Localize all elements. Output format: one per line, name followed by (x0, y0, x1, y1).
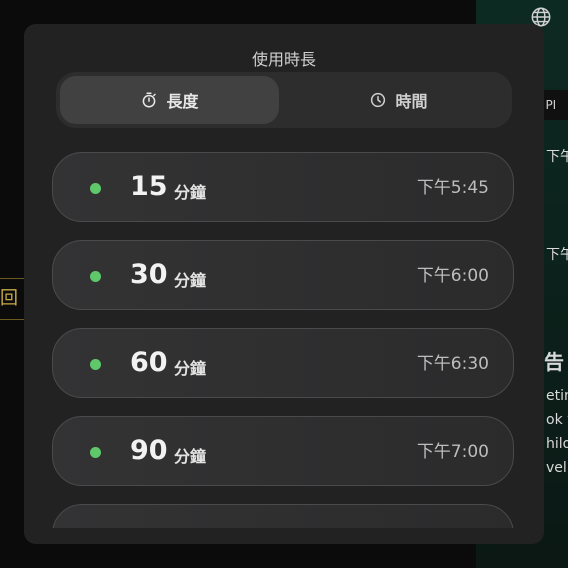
duration-option-15[interactable]: 15 分鐘 下午5:45 (52, 152, 514, 222)
option-end-time: 下午7:00 (416, 442, 489, 462)
option-end-time: 下午6:00 (416, 266, 489, 286)
duration-option-partial[interactable] (52, 504, 514, 528)
option-minutes: 60 (130, 347, 168, 378)
background-text: 告 (544, 350, 564, 374)
tab-length-label: 長度 (166, 92, 199, 111)
option-end-time: 下午6:30 (416, 354, 489, 374)
option-unit: 分鐘 (174, 183, 207, 202)
clock-icon (371, 92, 386, 108)
duration-option-30[interactable]: 30 分鐘 下午6:00 (52, 240, 514, 310)
tab-time-label: 時間 (395, 92, 428, 111)
option-unit: 分鐘 (174, 447, 207, 466)
tab-time[interactable]: 時間 (289, 76, 508, 124)
available-dot (90, 271, 101, 282)
stopwatch-icon (143, 92, 157, 108)
option-unit: 分鐘 (174, 359, 207, 378)
background-text: ok y (546, 412, 568, 428)
option-minutes: 15 (130, 171, 168, 202)
background-text: hilo (546, 436, 568, 452)
background-text: 下午7 (546, 247, 568, 263)
duration-option-90[interactable]: 90 分鐘 下午7:00 (52, 416, 514, 486)
background-text: 下午6 (546, 149, 568, 165)
background-text: vel (546, 460, 567, 476)
available-dot (90, 447, 101, 458)
option-end-time: 下午5:45 (416, 178, 489, 198)
duration-options-list[interactable]: 15 分鐘 下午5:45 30 分鐘 下午6:00 60 分鐘 下午6:30 9… (52, 152, 516, 528)
available-dot (90, 183, 101, 194)
duration-mode-toggle: 長度 時間 (56, 72, 512, 128)
duration-option-60[interactable]: 60 分鐘 下午6:30 (52, 328, 514, 398)
option-minutes: 90 (130, 435, 168, 466)
modal-title: 使用時長 (251, 50, 316, 69)
option-minutes: 30 (130, 259, 168, 290)
background-text: etin (546, 388, 568, 404)
option-unit: 分鐘 (174, 271, 207, 290)
available-dot (90, 359, 101, 370)
tab-length[interactable]: 長度 (60, 76, 279, 124)
duration-modal: 使用時長 長度 時間 15 分鐘 下午5:45 30 分鐘 下午6:00 60 … (24, 24, 544, 544)
